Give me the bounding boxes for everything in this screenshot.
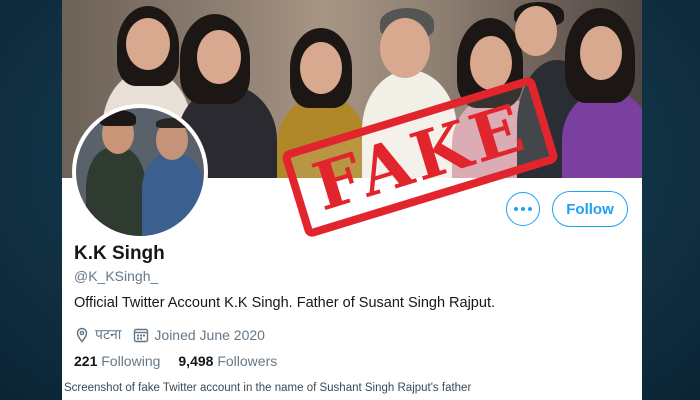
following-link[interactable]: 221 Following (74, 353, 160, 369)
location-pin-icon (76, 327, 88, 343)
profile-stats: 221 Following 9,498 Followers (74, 353, 295, 369)
followers-link[interactable]: 9,498 Followers (178, 353, 277, 369)
profile-avatar[interactable] (72, 104, 208, 240)
following-label: Following (101, 353, 161, 369)
follow-button[interactable]: Follow (552, 191, 628, 227)
profile-joined: Joined June 2020 (133, 327, 265, 343)
following-count: 221 (74, 353, 98, 369)
profile-handle: @K_KSingh_ (74, 268, 159, 284)
followers-count: 9,498 (178, 353, 214, 369)
profile-name: K.K Singh (74, 243, 165, 264)
profile-bio: Official Twitter Account K.K Singh. Fath… (74, 295, 495, 311)
calendar-icon (134, 328, 149, 342)
profile-location: पटना (74, 325, 121, 344)
followers-label: Followers (217, 353, 278, 369)
more-options-button[interactable] (506, 192, 540, 226)
location-text: पटना (95, 326, 122, 342)
more-options-icon (514, 207, 518, 211)
twitter-profile-card: Follow K.K Singh @K_KSingh_ Official Twi… (62, 0, 642, 400)
image-caption: Screenshot of fake Twitter account in th… (62, 382, 642, 400)
joined-text: Joined June 2020 (154, 326, 265, 343)
profile-meta: पटना Joined June 2020 (74, 325, 277, 344)
